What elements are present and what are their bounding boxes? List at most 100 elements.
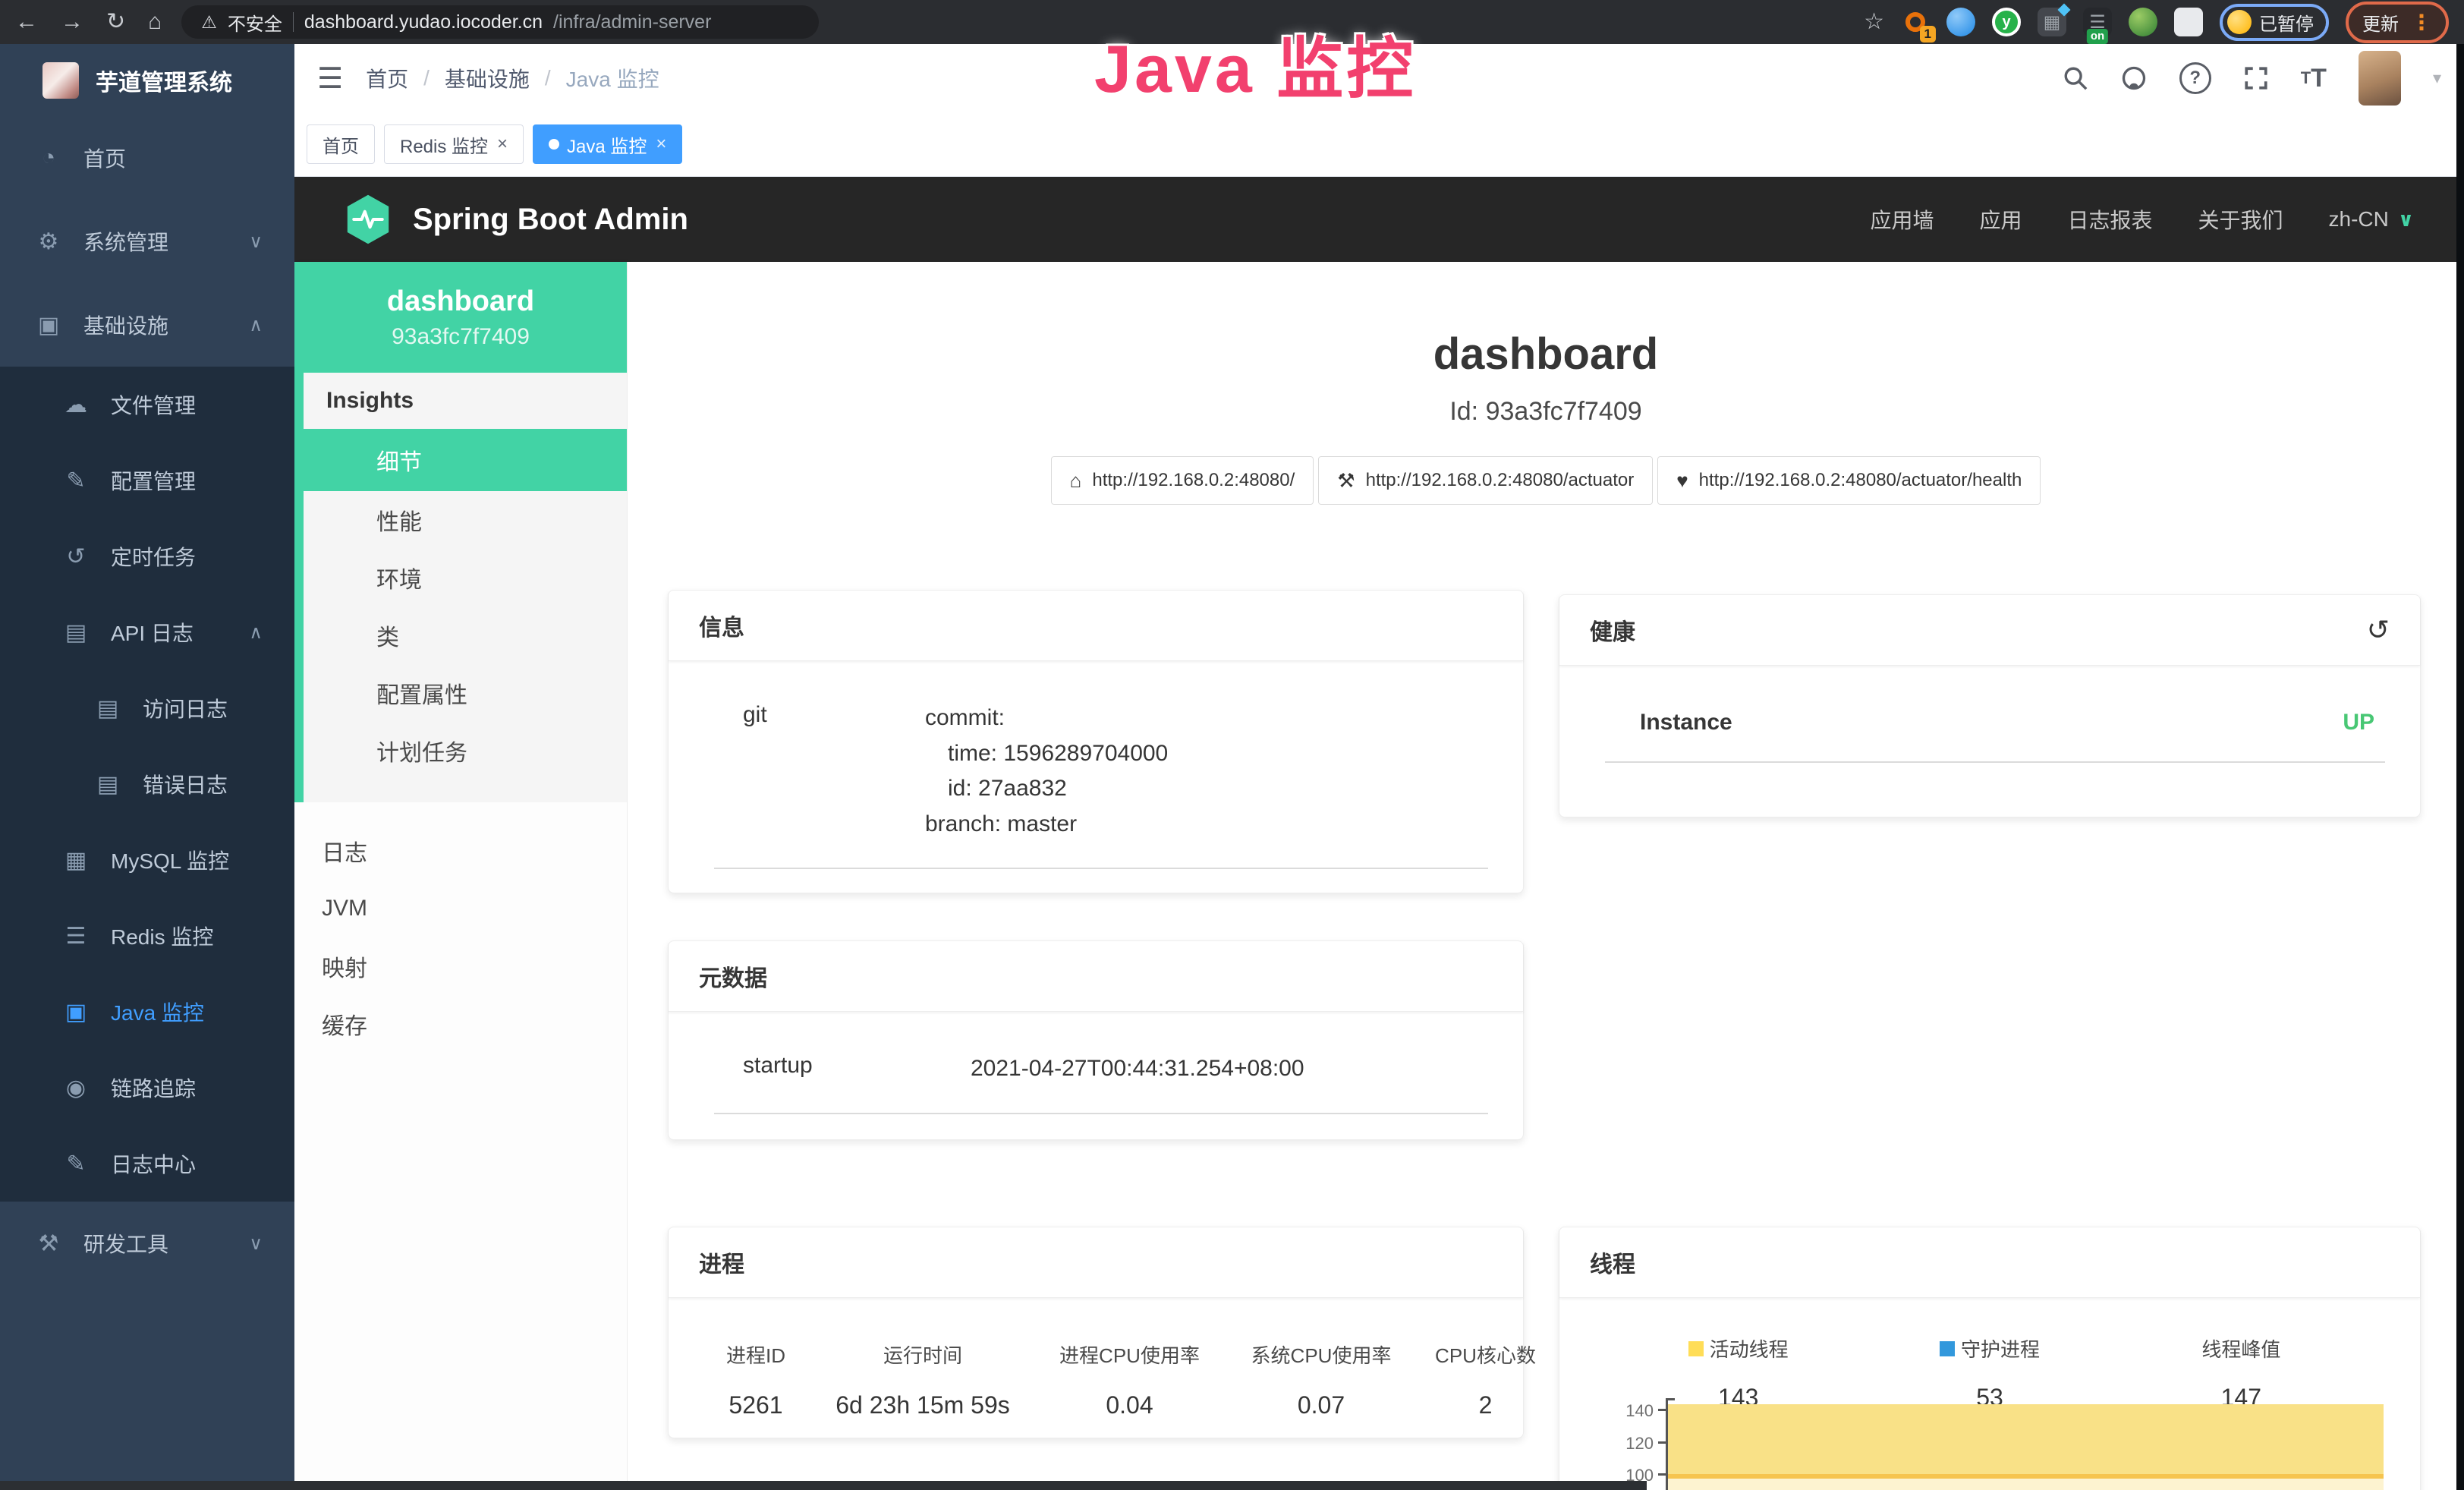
- menu-item-environment[interactable]: 环境: [304, 549, 627, 606]
- column-header: 进程CPU使用率: [1033, 1340, 1226, 1369]
- menu-item-details[interactable]: 细节: [294, 429, 627, 491]
- forward-icon[interactable]: →: [61, 11, 83, 33]
- browser-home-icon[interactable]: ⌂: [148, 11, 162, 33]
- app-header: ☰ 首页 / 基础设施 / Java 监控 ? T: [294, 44, 2464, 112]
- git-time-line: time: 1596289704000: [925, 736, 1168, 772]
- menu-item-classes[interactable]: 类: [304, 606, 627, 664]
- github-icon[interactable]: [2120, 65, 2148, 92]
- sidebar-item-config-manage[interactable]: ✎ 配置管理: [0, 443, 294, 518]
- document-icon: ▤: [94, 771, 121, 798]
- process-cpu: 0.04: [1033, 1391, 1226, 1419]
- extension-y-icon[interactable]: y: [1992, 8, 2021, 36]
- menu-item-config-props[interactable]: 配置属性: [304, 664, 627, 722]
- sidebar-item-api-log[interactable]: ▤ API 日志 ∧: [0, 594, 294, 670]
- close-icon[interactable]: ×: [497, 134, 508, 155]
- sidebar-item-error-log[interactable]: ▤ 错误日志: [0, 746, 294, 822]
- sidebar-item-file-manage[interactable]: ☁ 文件管理: [0, 367, 294, 443]
- breadcrumb-infra[interactable]: 基础设施: [445, 63, 530, 93]
- back-icon[interactable]: ←: [15, 11, 38, 33]
- health-url-link[interactable]: ♥ http://192.168.0.2:48080/actuator/heal…: [1657, 456, 2041, 505]
- sba-instance-menu: dashboard 93a3fc7f7409 Insights 细节 性能 环境…: [294, 262, 628, 1490]
- threads-card: 线程 活动线程 守护进程 线程峰值 143: [1559, 1227, 2421, 1490]
- breadcrumb-home[interactable]: 首页: [366, 63, 408, 93]
- sidebar-item-scheduled-jobs[interactable]: ↺ 定时任务: [0, 518, 294, 594]
- search-icon[interactable]: [2063, 65, 2088, 91]
- layers-icon: ☰: [62, 923, 90, 950]
- document-icon: ▤: [94, 695, 121, 722]
- sba-nav-about[interactable]: 关于我们: [2198, 204, 2283, 235]
- avatar-caret-icon[interactable]: ▾: [2433, 68, 2441, 88]
- user-avatar[interactable]: [2359, 51, 2401, 106]
- extension-grid-icon[interactable]: ▦: [2038, 8, 2066, 36]
- sba-brand-title[interactable]: Spring Boot Admin: [413, 203, 688, 237]
- tab-redis-monitor[interactable]: Redis 监控 ×: [384, 124, 524, 164]
- reload-icon[interactable]: ↻: [106, 11, 125, 33]
- process-uptime: 6d 23h 15m 59s: [813, 1391, 1033, 1419]
- sba-nav-wallboard[interactable]: 应用墙: [1870, 204, 1934, 235]
- status-badge: UP: [2343, 710, 2374, 736]
- tab-home[interactable]: 首页: [307, 124, 375, 164]
- sidebar-item-access-log[interactable]: ▤ 访问日志: [0, 670, 294, 746]
- chevron-down-icon: ∨: [249, 231, 263, 253]
- dashboard-icon: ◔: [35, 145, 62, 171]
- sidebar-item-mysql-monitor[interactable]: ▦ MySQL 监控: [0, 822, 294, 898]
- eye-icon: ◉: [62, 1075, 90, 1101]
- paused-profile-chip[interactable]: 已暂停: [2220, 4, 2329, 41]
- metadata-key: startup: [743, 1051, 971, 1087]
- not-secure-label[interactable]: 不安全: [228, 9, 282, 36]
- extensions-puzzle-icon[interactable]: [2174, 8, 2203, 36]
- fullscreen-icon[interactable]: [2243, 65, 2269, 91]
- extension-leaf-icon[interactable]: [2129, 8, 2157, 36]
- process-table: 进程ID 运行时间 进程CPU使用率 系统CPU使用率 CPU核心数 5261 …: [669, 1298, 1523, 1419]
- menu-item-scheduled-tasks[interactable]: 计划任务: [304, 722, 627, 780]
- extension-refresh-icon[interactable]: 1: [1901, 8, 1930, 36]
- breadcrumb-separator: /: [423, 66, 430, 90]
- extension-pin-icon[interactable]: [1946, 8, 1975, 36]
- hamburger-icon[interactable]: ☰: [317, 61, 343, 96]
- sidebar-item-home[interactable]: ◔ 首页: [0, 116, 294, 200]
- sba-locale-select[interactable]: zh-CN ∨: [2329, 207, 2414, 232]
- font-size-icon[interactable]: TT: [2301, 64, 2327, 93]
- sidebar-item-system[interactable]: ⚙ 系统管理 ∨: [0, 200, 294, 283]
- y-tick-120: 120: [1625, 1434, 1654, 1454]
- sba-nav-applications[interactable]: 应用: [1979, 204, 2022, 235]
- menu-item-metrics[interactable]: 性能: [304, 491, 627, 549]
- sidebar-item-label: 首页: [83, 143, 126, 173]
- chart-plot-area: [1666, 1398, 2387, 1490]
- kebab-menu-icon[interactable]: ⋮: [2411, 10, 2432, 35]
- actuator-url-link[interactable]: ⚒ http://192.168.0.2:48080/actuator: [1318, 456, 1653, 505]
- sidebar-item-infra[interactable]: ▣ 基础设施 ∧: [0, 283, 294, 367]
- sidebar-item-label: API 日志: [111, 617, 194, 647]
- sidebar-item-log-center[interactable]: ✎ 日志中心: [0, 1126, 294, 1202]
- app-logo[interactable]: 芋道管理系统: [0, 44, 294, 116]
- chrome-update-button[interactable]: 更新 ⋮: [2346, 2, 2449, 43]
- area-lower-fill: [1668, 1479, 2384, 1490]
- service-url-link[interactable]: ⌂ http://192.168.0.2:48080/: [1051, 456, 1314, 505]
- help-icon[interactable]: ?: [2179, 62, 2211, 94]
- close-icon[interactable]: ×: [656, 134, 666, 155]
- menu-item-caches[interactable]: 缓存: [294, 995, 627, 1053]
- metadata-card-title: 元数据: [669, 941, 1523, 1012]
- instance-name: dashboard: [387, 285, 534, 318]
- legend-live-threads: 活动线程: [1613, 1334, 1864, 1362]
- menu-item-mappings[interactable]: 映射: [294, 937, 627, 995]
- instance-header[interactable]: dashboard 93a3fc7f7409: [294, 262, 627, 373]
- menu-item-jvm[interactable]: JVM: [294, 880, 627, 937]
- breadcrumb: 首页 / 基础设施 / Java 监控: [366, 63, 659, 93]
- url-host: dashboard.yudao.iocoder.cn: [304, 11, 543, 33]
- bookmark-star-icon[interactable]: ☆: [1864, 11, 1884, 33]
- menu-item-logs[interactable]: 日志: [294, 822, 627, 880]
- health-instance-row[interactable]: Instance UP: [1559, 666, 2420, 736]
- sidebar-item-redis-monitor[interactable]: ☰ Redis 监控: [0, 898, 294, 974]
- sba-nav-journal[interactable]: 日志报表: [2068, 204, 2153, 235]
- tab-java-monitor[interactable]: Java 监控 ×: [533, 124, 682, 164]
- history-icon[interactable]: ↺: [2367, 614, 2390, 646]
- sidebar-item-java-monitor[interactable]: ▣ Java 监控: [0, 974, 294, 1050]
- address-bar[interactable]: ⚠ 不安全 dashboard.yudao.iocoder.cn/infra/a…: [181, 5, 819, 39]
- browser-extensions-area: ☆ 1 y ▦ ☰ on 已暂停 更新 ⋮: [1864, 2, 2449, 43]
- sidebar-item-dev-tools[interactable]: ⚒ 研发工具 ∨: [0, 1202, 294, 1285]
- extension-list-icon[interactable]: ☰ on: [2083, 8, 2112, 36]
- sidebar-item-tracing[interactable]: ◉ 链路追踪: [0, 1050, 294, 1126]
- sidebar-item-label: 系统管理: [83, 226, 168, 257]
- insights-group: Insights 细节 性能 环境 类 配置属性 计划任务: [294, 373, 627, 802]
